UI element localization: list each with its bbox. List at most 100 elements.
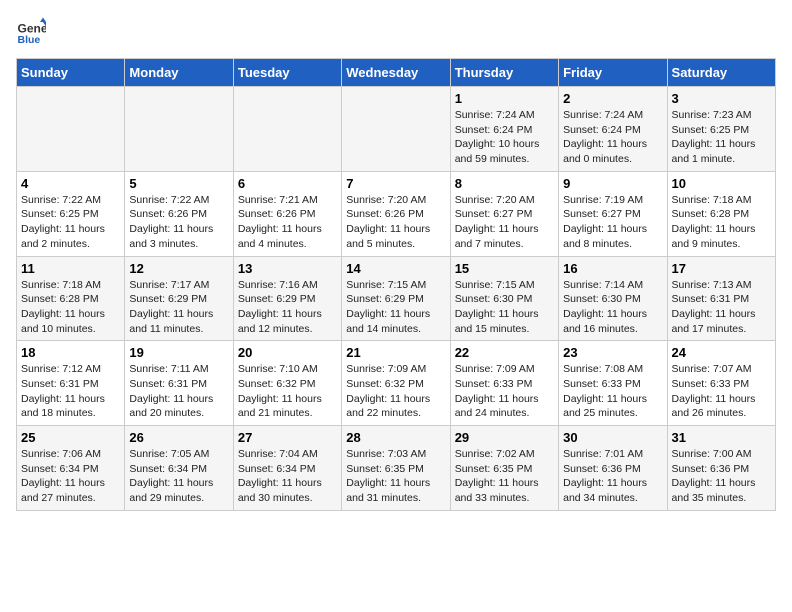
- day-number: 5: [129, 176, 228, 191]
- day-cell: 12 Sunrise: 7:17 AMSunset: 6:29 PMDayligh…: [125, 256, 233, 341]
- day-number: 10: [672, 176, 771, 191]
- day-number: 31: [672, 430, 771, 445]
- header-cell-saturday: Saturday: [667, 59, 775, 87]
- header-cell-wednesday: Wednesday: [342, 59, 450, 87]
- logo: General Blue: [16, 16, 50, 46]
- day-cell: 4 Sunrise: 7:22 AMSunset: 6:25 PMDaylight…: [17, 171, 125, 256]
- day-info: Sunrise: 7:15 AMSunset: 6:30 PMDaylight:…: [455, 278, 554, 337]
- day-info: Sunrise: 7:24 AMSunset: 6:24 PMDaylight:…: [563, 108, 662, 167]
- day-info: Sunrise: 7:20 AMSunset: 6:27 PMDaylight:…: [455, 193, 554, 252]
- day-cell: 1 Sunrise: 7:24 AMSunset: 6:24 PMDaylight…: [450, 87, 558, 172]
- day-number: 17: [672, 261, 771, 276]
- day-cell: 3 Sunrise: 7:23 AMSunset: 6:25 PMDaylight…: [667, 87, 775, 172]
- day-info: Sunrise: 7:14 AMSunset: 6:30 PMDaylight:…: [563, 278, 662, 337]
- day-cell: 20Sunrise: 7:10 AMSunset: 6:32 PMDayligh…: [233, 341, 341, 426]
- day-cell: 10 Sunrise: 7:18 AMSunset: 6:28 PMDayligh…: [667, 171, 775, 256]
- day-number: 29: [455, 430, 554, 445]
- day-number: 1: [455, 91, 554, 106]
- day-number: 30: [563, 430, 662, 445]
- day-info: Sunrise: 7:11 AMSunset: 6:31 PMDaylight:…: [129, 362, 228, 421]
- day-cell: 30 Sunrise: 7:01 AMSunset: 6:36 PMDayligh…: [559, 426, 667, 511]
- header-row: SundayMondayTuesdayWednesdayThursdayFrid…: [17, 59, 776, 87]
- day-cell: [342, 87, 450, 172]
- day-number: 11: [21, 261, 120, 276]
- header-cell-tuesday: Tuesday: [233, 59, 341, 87]
- day-info: Sunrise: 7:17 AMSunset: 6:29 PMDaylight:…: [129, 278, 228, 337]
- day-cell: 7 Sunrise: 7:20 AMSunset: 6:26 PMDaylight…: [342, 171, 450, 256]
- week-row-2: 11 Sunrise: 7:18 AMSunset: 6:28 PMDayligh…: [17, 256, 776, 341]
- day-cell: 9 Sunrise: 7:19 AMSunset: 6:27 PMDaylight…: [559, 171, 667, 256]
- day-cell: 29 Sunrise: 7:02 AMSunset: 6:35 PMDayligh…: [450, 426, 558, 511]
- day-info: Sunrise: 7:21 AMSunset: 6:26 PMDaylight:…: [238, 193, 337, 252]
- header: General Blue: [16, 16, 776, 46]
- day-cell: 21 Sunrise: 7:09 AMSunset: 6:32 PMDayligh…: [342, 341, 450, 426]
- day-info: Sunrise: 7:01 AMSunset: 6:36 PMDaylight:…: [563, 447, 662, 506]
- day-info: Sunrise: 7:02 AMSunset: 6:35 PMDaylight:…: [455, 447, 554, 506]
- day-info: Sunrise: 7:05 AMSunset: 6:34 PMDaylight:…: [129, 447, 228, 506]
- day-info: Sunrise: 7:09 AMSunset: 6:32 PMDaylight:…: [346, 362, 445, 421]
- day-cell: 18 Sunrise: 7:12 AMSunset: 6:31 PMDayligh…: [17, 341, 125, 426]
- day-info: Sunrise: 7:08 AMSunset: 6:33 PMDaylight:…: [563, 362, 662, 421]
- day-number: 21: [346, 345, 445, 360]
- day-number: 2: [563, 91, 662, 106]
- day-info: Sunrise: 7:18 AMSunset: 6:28 PMDaylight:…: [21, 278, 120, 337]
- day-info: Sunrise: 7:18 AMSunset: 6:28 PMDaylight:…: [672, 193, 771, 252]
- day-number: 7: [346, 176, 445, 191]
- day-cell: 31Sunrise: 7:00 AMSunset: 6:36 PMDayligh…: [667, 426, 775, 511]
- day-number: 15: [455, 261, 554, 276]
- day-cell: 19 Sunrise: 7:11 AMSunset: 6:31 PMDayligh…: [125, 341, 233, 426]
- day-info: Sunrise: 7:22 AMSunset: 6:26 PMDaylight:…: [129, 193, 228, 252]
- day-number: 16: [563, 261, 662, 276]
- day-cell: 26 Sunrise: 7:05 AMSunset: 6:34 PMDayligh…: [125, 426, 233, 511]
- day-info: Sunrise: 7:09 AMSunset: 6:33 PMDaylight:…: [455, 362, 554, 421]
- day-number: 4: [21, 176, 120, 191]
- day-cell: 14 Sunrise: 7:15 AMSunset: 6:29 PMDayligh…: [342, 256, 450, 341]
- day-cell: 22 Sunrise: 7:09 AMSunset: 6:33 PMDayligh…: [450, 341, 558, 426]
- day-cell: [233, 87, 341, 172]
- day-cell: 8 Sunrise: 7:20 AMSunset: 6:27 PMDaylight…: [450, 171, 558, 256]
- day-number: 26: [129, 430, 228, 445]
- day-number: 25: [21, 430, 120, 445]
- day-info: Sunrise: 7:22 AMSunset: 6:25 PMDaylight:…: [21, 193, 120, 252]
- day-info: Sunrise: 7:10 AMSunset: 6:32 PMDaylight:…: [238, 362, 337, 421]
- day-number: 6: [238, 176, 337, 191]
- day-cell: 28Sunrise: 7:03 AMSunset: 6:35 PMDayligh…: [342, 426, 450, 511]
- week-row-3: 18 Sunrise: 7:12 AMSunset: 6:31 PMDayligh…: [17, 341, 776, 426]
- day-cell: 11 Sunrise: 7:18 AMSunset: 6:28 PMDayligh…: [17, 256, 125, 341]
- logo-icon: General Blue: [16, 16, 46, 46]
- week-row-1: 4 Sunrise: 7:22 AMSunset: 6:25 PMDaylight…: [17, 171, 776, 256]
- day-number: 3: [672, 91, 771, 106]
- day-info: Sunrise: 7:24 AMSunset: 6:24 PMDaylight:…: [455, 108, 554, 167]
- day-info: Sunrise: 7:19 AMSunset: 6:27 PMDaylight:…: [563, 193, 662, 252]
- day-info: Sunrise: 7:13 AMSunset: 6:31 PMDaylight:…: [672, 278, 771, 337]
- day-number: 22: [455, 345, 554, 360]
- day-info: Sunrise: 7:06 AMSunset: 6:34 PMDaylight:…: [21, 447, 120, 506]
- day-cell: 17 Sunrise: 7:13 AMSunset: 6:31 PMDayligh…: [667, 256, 775, 341]
- day-info: Sunrise: 7:20 AMSunset: 6:26 PMDaylight:…: [346, 193, 445, 252]
- day-cell: [17, 87, 125, 172]
- day-cell: 15 Sunrise: 7:15 AMSunset: 6:30 PMDayligh…: [450, 256, 558, 341]
- day-info: Sunrise: 7:15 AMSunset: 6:29 PMDaylight:…: [346, 278, 445, 337]
- day-number: 14: [346, 261, 445, 276]
- day-cell: 6 Sunrise: 7:21 AMSunset: 6:26 PMDaylight…: [233, 171, 341, 256]
- day-cell: 5 Sunrise: 7:22 AMSunset: 6:26 PMDaylight…: [125, 171, 233, 256]
- day-number: 19: [129, 345, 228, 360]
- day-cell: 2 Sunrise: 7:24 AMSunset: 6:24 PMDaylight…: [559, 87, 667, 172]
- day-number: 12: [129, 261, 228, 276]
- day-cell: 13Sunrise: 7:16 AMSunset: 6:29 PMDayligh…: [233, 256, 341, 341]
- header-cell-thursday: Thursday: [450, 59, 558, 87]
- day-number: 8: [455, 176, 554, 191]
- day-number: 18: [21, 345, 120, 360]
- header-cell-friday: Friday: [559, 59, 667, 87]
- week-row-4: 25 Sunrise: 7:06 AMSunset: 6:34 PMDayligh…: [17, 426, 776, 511]
- day-info: Sunrise: 7:04 AMSunset: 6:34 PMDaylight:…: [238, 447, 337, 506]
- day-info: Sunrise: 7:12 AMSunset: 6:31 PMDaylight:…: [21, 362, 120, 421]
- day-number: 24: [672, 345, 771, 360]
- day-number: 9: [563, 176, 662, 191]
- day-number: 23: [563, 345, 662, 360]
- day-number: 27: [238, 430, 337, 445]
- day-cell: 25 Sunrise: 7:06 AMSunset: 6:34 PMDayligh…: [17, 426, 125, 511]
- svg-text:Blue: Blue: [18, 34, 41, 46]
- day-number: 13: [238, 261, 337, 276]
- day-info: Sunrise: 7:23 AMSunset: 6:25 PMDaylight:…: [672, 108, 771, 167]
